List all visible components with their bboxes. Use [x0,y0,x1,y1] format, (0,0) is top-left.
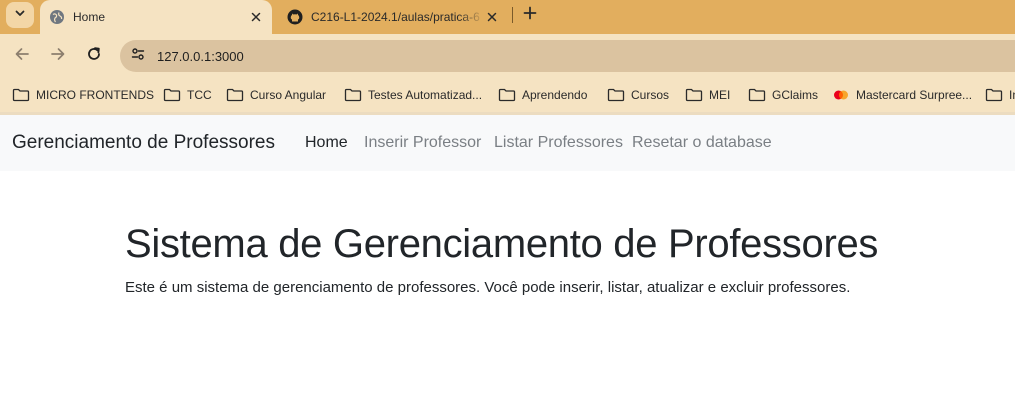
tab-separator [512,7,513,23]
browser-toolbar: 127.0.0.1:3000 [0,34,1015,78]
bookmark-label: Aprendendo [522,88,588,102]
bookmark-tcc[interactable]: TCC [163,85,212,105]
nav-link-home[interactable]: Home [305,134,348,152]
nav-link-resetar-database[interactable]: Resetar o database [632,134,772,152]
tab-home[interactable]: Home [40,0,272,34]
bookmark-gclaims[interactable]: GClaims [748,85,818,105]
arrow-left-icon [14,46,30,67]
back-button[interactable] [12,46,32,66]
nav-link-inserir-professor[interactable]: Inserir Professor [364,134,481,152]
github-icon [287,9,303,25]
folder-icon [685,87,703,103]
nav-link-listar-professores[interactable]: Listar Professores [494,134,623,152]
bookmark-label: MICRO FRONTENDS [36,88,154,102]
bookmark-in[interactable]: In [985,85,1015,105]
tab-title: C216-L1-2024.1/aulas/pratica-6 [311,10,480,24]
tab-github[interactable]: C216-L1-2024.1/aulas/pratica-6 [278,0,508,34]
bookmark-label: TCC [187,88,212,102]
tab-search-button[interactable] [6,2,34,28]
page-title: Sistema de Gerenciamento de Professores [125,222,879,266]
bookmark-aprendendo[interactable]: Aprendendo [498,85,587,105]
chevron-down-icon [14,6,26,24]
bookmarks-bar: MICRO FRONTENDS TCC Curso Angular Testes… [0,78,1015,112]
folder-icon [163,87,181,103]
site-info-icon [131,47,145,66]
bookmark-micro-frontends[interactable]: MICRO FRONTENDS [12,85,154,105]
bookmark-curso-angular[interactable]: Curso Angular [226,85,326,105]
mastercard-icon [832,87,850,103]
new-tab-button[interactable] [520,5,540,25]
folder-icon [498,87,516,103]
forward-button[interactable] [48,46,68,66]
bookmark-label: Curso Angular [250,88,327,102]
reload-button[interactable] [84,46,104,66]
page-navbar: Gerenciamento de Professores Home Inseri… [0,115,1015,171]
bookmark-mastercard[interactable]: Mastercard Surpree... [832,85,972,105]
bookmark-label: GClaims [772,88,819,102]
page-description: Este é um sistema de gerenciamento de pr… [125,279,851,296]
globe-icon [49,9,65,25]
folder-icon [226,87,244,103]
bookmark-label: Testes Automatizad... [368,88,483,102]
bookmark-label: Cursos [631,88,670,102]
close-icon[interactable] [484,9,500,25]
arrow-right-icon [50,46,66,67]
address-bar[interactable]: 127.0.0.1:3000 [120,40,1015,72]
close-icon[interactable] [248,9,264,25]
url-text: 127.0.0.1:3000 [157,48,244,64]
folder-icon [12,87,30,103]
tab-title: Home [73,10,106,24]
bookmark-mei[interactable]: MEI [685,85,730,105]
bookmark-cursos[interactable]: Cursos [607,85,669,105]
plus-icon [523,6,537,25]
site-info-button[interactable] [127,45,149,67]
folder-icon [607,87,625,103]
tab-strip: Home C216-L1-2024.1/aulas/pratica-6 [0,0,1015,34]
bookmark-label: Mastercard Surpree... [856,88,973,102]
bookmark-testes-automatizados[interactable]: Testes Automatizad... [344,85,482,105]
bookmark-label: In [1009,88,1015,102]
navbar-brand[interactable]: Gerenciamento de Professores [12,132,275,154]
bookmark-label: MEI [709,88,731,102]
folder-icon [344,87,362,103]
folder-icon [985,87,1003,103]
reload-icon [86,46,102,67]
folder-icon [748,87,766,103]
